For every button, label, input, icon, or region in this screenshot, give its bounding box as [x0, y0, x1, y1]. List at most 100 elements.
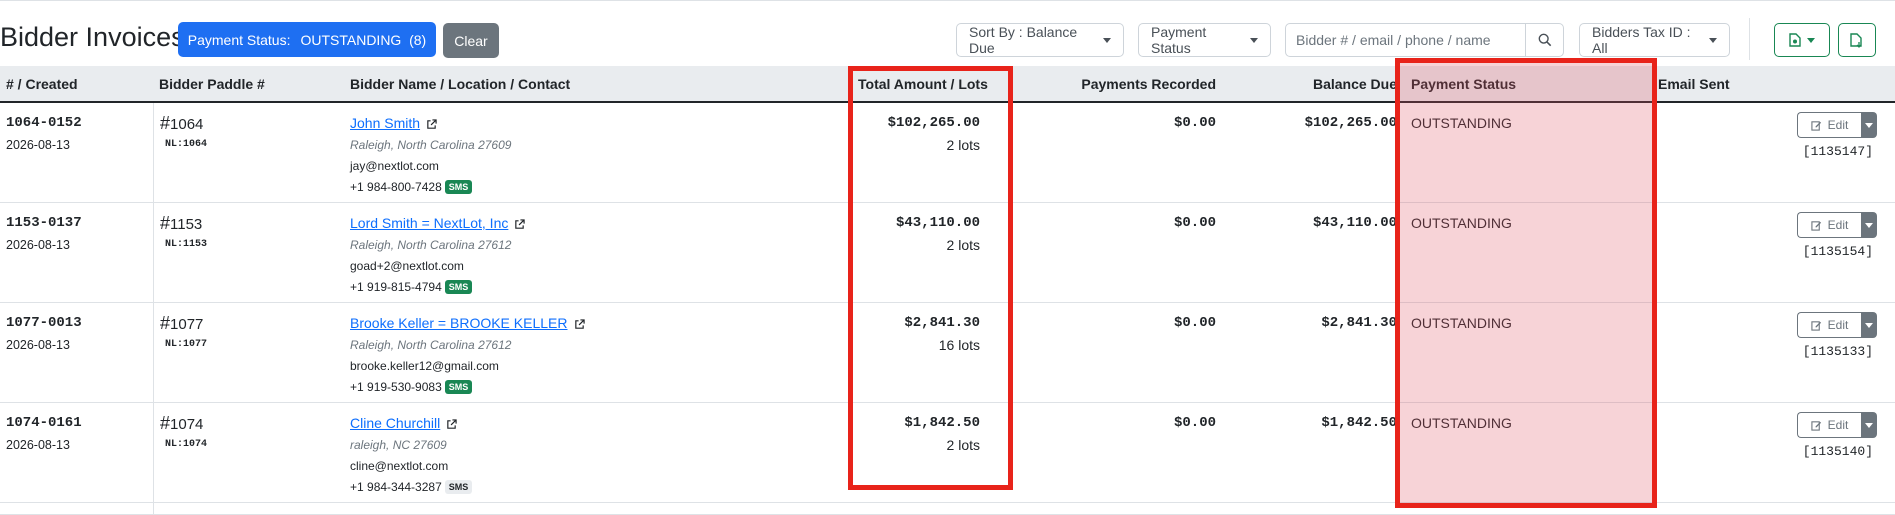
bidder-location: Raleigh, North Carolina 27612	[350, 338, 512, 352]
table-row	[0, 503, 1895, 515]
edit-button-group: Edit	[1797, 412, 1877, 438]
bidder-location: raleigh, NC 27609	[350, 438, 447, 452]
col-name[interactable]: Bidder Name / Location / Contact	[350, 76, 570, 92]
column-divider	[153, 303, 154, 402]
total-amount: $43,110.00	[895, 215, 980, 231]
chevron-down-icon	[1250, 37, 1258, 43]
bidder-name-link[interactable]: Cline Churchill	[350, 415, 457, 431]
table-row: 1064-0152 2026-08-13 #1064 NL:1064 John Smit…	[0, 103, 1895, 203]
lot-count: 2 lots	[946, 437, 980, 453]
edit-dropdown-toggle[interactable]	[1861, 412, 1877, 438]
invoice-id: [1135154]	[1802, 244, 1873, 259]
balance-due: $43,110.00	[1312, 215, 1397, 231]
chevron-down-icon	[1865, 222, 1873, 228]
col-created[interactable]: # / Created	[6, 76, 78, 92]
sms-badge: SMS	[444, 280, 473, 294]
edit-dropdown-toggle[interactable]	[1861, 212, 1877, 238]
invoice-id: [1135140]	[1802, 444, 1873, 459]
sms-badge: SMS	[444, 180, 473, 194]
invoice-number[interactable]: 1077-0013	[6, 315, 82, 331]
payment-status-dropdown[interactable]: Payment Status	[1138, 23, 1271, 57]
chevron-down-icon	[1865, 322, 1873, 328]
invoice-number[interactable]: 1064-0152	[6, 115, 82, 131]
bidder-phone: +1 984-344-3287 SMS	[350, 480, 473, 494]
edit-dropdown-toggle[interactable]	[1861, 112, 1877, 138]
sms-badge: SMS	[444, 480, 473, 494]
invoice-id: [1135147]	[1802, 144, 1873, 159]
payments-recorded: $0.00	[1173, 115, 1216, 131]
edit-button[interactable]: Edit	[1797, 412, 1861, 438]
toolbar: Bidder Invoices Payment Status: OUTSTAND…	[0, 18, 1895, 64]
col-paddle[interactable]: Bidder Paddle #	[159, 76, 265, 92]
nl-tag: NL:1153	[165, 239, 208, 250]
paddle-number: #1077	[160, 313, 204, 333]
created-date: 2026-08-13	[6, 438, 70, 452]
paddle-number: #1074	[160, 413, 204, 433]
col-total[interactable]: Total Amount / Lots	[858, 76, 988, 92]
edit-button[interactable]: Edit	[1797, 312, 1861, 338]
bidder-location: Raleigh, North Carolina 27609	[350, 138, 512, 152]
total-amount: $102,265.00	[887, 115, 980, 131]
bidder-email: cline@nextlot.com	[350, 459, 449, 473]
page-title: Bidder Invoices	[0, 22, 185, 52]
bidder-name-link[interactable]: John Smith	[350, 115, 437, 131]
payment-status: OUTSTANDING	[1411, 115, 1512, 131]
bidder-email: goad+2@nextlot.com	[350, 259, 464, 273]
filter-value: OUTSTANDING (8)	[300, 31, 427, 48]
search-button[interactable]	[1525, 24, 1563, 56]
bidder-phone: +1 919-530-9083 SMS	[350, 380, 473, 394]
filter-label: Payment Status:	[187, 31, 291, 48]
payment-status: OUTSTANDING	[1411, 315, 1512, 331]
invoice-number[interactable]: 1153-0137	[6, 215, 82, 231]
total-amount: $2,841.30	[904, 315, 980, 331]
edit-icon	[1811, 420, 1821, 431]
created-date: 2026-08-13	[6, 338, 70, 352]
edit-icon	[1811, 120, 1821, 131]
bidder-phone: +1 919-815-4794 SMS	[350, 280, 473, 294]
edit-dropdown-toggle[interactable]	[1861, 312, 1877, 338]
payment-status-filter-pill[interactable]: Payment Status: OUTSTANDING (8)	[178, 22, 436, 57]
col-balance[interactable]: Balance Due	[1313, 76, 1397, 92]
table-header: # / Created Bidder Paddle # Bidder Name …	[0, 66, 1895, 103]
invoice-number[interactable]: 1074-0161	[6, 415, 82, 431]
bidder-email: jay@nextlot.com	[350, 159, 439, 173]
top-border	[0, 0, 1895, 3]
total-amount: $1,842.50	[904, 415, 980, 431]
external-link-icon	[427, 119, 437, 129]
bidder-location: Raleigh, North Carolina 27612	[350, 238, 512, 252]
sort-dropdown[interactable]: Sort By : Balance Due	[956, 23, 1124, 57]
clear-filter-button[interactable]: Clear	[443, 23, 499, 58]
sms-badge: SMS	[444, 380, 473, 394]
lot-count: 16 lots	[938, 337, 980, 353]
payments-recorded: $0.00	[1173, 415, 1216, 431]
download-button[interactable]	[1838, 23, 1876, 57]
paddle-number: #1064	[160, 113, 204, 133]
tax-id-dropdown[interactable]: Bidders Tax ID : All	[1579, 23, 1730, 57]
balance-due: $2,841.30	[1321, 315, 1397, 331]
bidder-name-link[interactable]: Lord Smith = NextLot, Inc	[350, 215, 526, 231]
bidder-search	[1285, 23, 1564, 57]
payment-status: OUTSTANDING	[1411, 215, 1512, 231]
search-input[interactable]	[1286, 24, 1525, 56]
divider	[1749, 18, 1750, 60]
edit-button[interactable]: Edit	[1797, 112, 1861, 138]
export-dropdown-button[interactable]	[1774, 23, 1830, 57]
balance-due: $102,265.00	[1304, 115, 1397, 131]
column-divider	[153, 403, 154, 502]
edit-button-group: Edit	[1797, 212, 1877, 238]
external-link-icon	[574, 319, 585, 329]
col-email-sent[interactable]: Email Sent	[1658, 76, 1730, 92]
created-date: 2026-08-13	[6, 138, 70, 152]
chevron-down-icon	[1865, 122, 1873, 128]
col-status[interactable]: Payment Status	[1411, 76, 1516, 92]
table-row: 1153-0137 2026-08-13 #1153 NL:1153 Lord Smit…	[0, 203, 1895, 303]
invoice-id: [1135133]	[1802, 344, 1873, 359]
edit-button-group: Edit	[1797, 312, 1877, 338]
col-payments[interactable]: Payments Recorded	[1081, 76, 1216, 92]
bidder-name-link[interactable]: Brooke Keller = BROOKE KELLER	[350, 315, 585, 331]
nl-tag: NL:1074	[165, 439, 208, 450]
payments-recorded: $0.00	[1173, 215, 1216, 231]
edit-button-group: Edit	[1797, 112, 1877, 138]
edit-button[interactable]: Edit	[1797, 212, 1861, 238]
edit-icon	[1811, 220, 1821, 231]
